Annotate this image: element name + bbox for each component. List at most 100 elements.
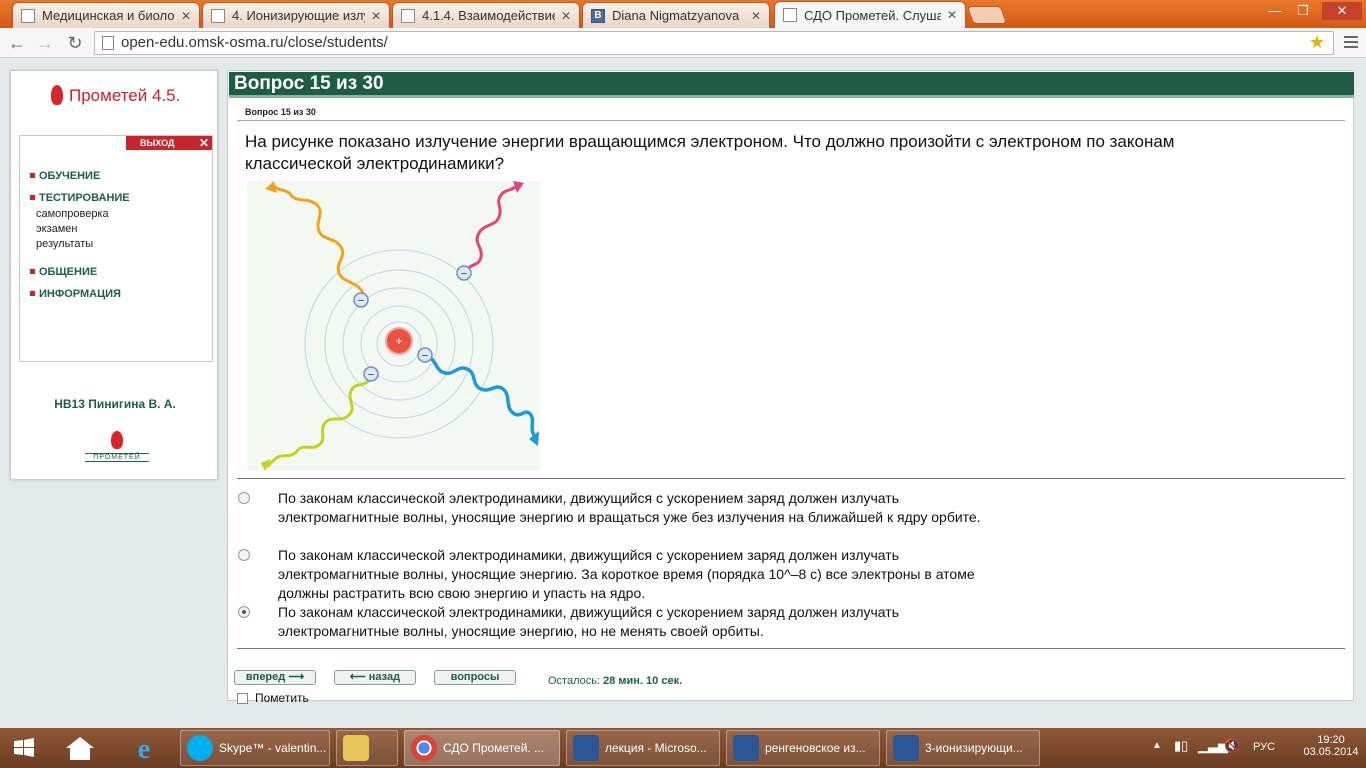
answer-text-3: По законам классической электродинамики,… — [278, 604, 899, 639]
reload-icon[interactable]: ↻ — [64, 33, 86, 53]
forward-arrow-icon[interactable]: → — [34, 33, 56, 53]
taskbar-item-word-2[interactable]: ренгеновское из... — [726, 730, 880, 766]
show-hidden-icons-icon[interactable]: ▲ — [1152, 740, 1162, 751]
taskbar-item-label: 3-ионизирующи... — [925, 741, 1023, 755]
electron-sign: − — [422, 350, 428, 362]
blue-wave — [426, 355, 537, 439]
logout-button[interactable]: ВЫХОД ✕ — [126, 136, 212, 150]
prometheus-logo[interactable]: Прометей 4.5. — [51, 85, 180, 106]
divider — [237, 478, 1345, 479]
checkbox[interactable] — [237, 693, 248, 704]
url-text: open-edu.omsk-osma.ru/close/students/ — [121, 34, 388, 51]
close-icon[interactable]: ✕ — [751, 9, 761, 23]
clock-time: 19:20 — [1317, 734, 1345, 746]
sidebar: Прометей 4.5. ВЫХОД ✕ ОБУЧЕНИЕ ТЕСТИРОВА… — [10, 70, 218, 480]
question-header: Вопрос 15 из 30 — [229, 72, 1354, 98]
arrow-right-icon: ⟶ — [288, 671, 305, 683]
new-tab-button[interactable] — [966, 6, 1008, 24]
word-icon — [733, 735, 759, 761]
question-panel: Вопрос 15 из 30 Вопрос 15 из 30 На рисун… — [227, 70, 1354, 705]
taskbar-item-label: СДО Прометей. ... — [443, 741, 545, 755]
browser-tab-1[interactable]: Медицинская и биологиче ✕ — [12, 2, 200, 28]
close-icon[interactable]: ✕ — [181, 9, 191, 23]
home-icon[interactable] — [60, 732, 100, 764]
orange-wave-arrow — [265, 181, 277, 193]
atom-radiation-svg: + − − − − — [261, 181, 539, 471]
answer-radio-1[interactable] — [238, 492, 250, 504]
divider — [237, 120, 1345, 121]
menu-item-information[interactable]: ИНФОРМАЦИЯ — [30, 288, 121, 300]
logout-label: ВЫХОД — [140, 138, 175, 148]
timer: Осталось: 28 мин. 10 сек. — [548, 675, 682, 687]
answer-radio-2[interactable] — [238, 549, 250, 561]
divider — [237, 648, 1345, 649]
back-label: назад — [368, 671, 401, 683]
mark-checkbox[interactable]: Пометить — [237, 691, 309, 705]
taskbar-item-word-3[interactable]: 3-ионизирующи... — [886, 730, 1040, 766]
address-bar[interactable]: open-edu.omsk-osma.ru/close/students/ ★ — [94, 31, 1334, 55]
menu-item-testing[interactable]: ТЕСТИРОВАНИЕ — [30, 192, 130, 204]
volume-muted-icon[interactable]: 🔇 — [1224, 738, 1240, 754]
windows-taskbar: e Skype™ - valentin... СДО Прометей. ...… — [0, 728, 1366, 768]
menu-icon[interactable] — [1344, 36, 1358, 48]
minimize-icon[interactable]: — — [1262, 2, 1288, 20]
electron-sign: − — [461, 268, 467, 280]
user-name: НВ13 Пинигина В. А. — [54, 397, 176, 411]
skype-icon — [187, 735, 213, 761]
nucleus-sign: + — [395, 334, 402, 348]
browser-toolbar: ← → ↻ open-edu.omsk-osma.ru/close/studen… — [0, 28, 1366, 58]
close-icon: ✕ — [198, 136, 209, 150]
taskbar-item-skype[interactable]: Skype™ - valentin... — [180, 730, 330, 766]
restore-icon[interactable]: ❐ — [1290, 2, 1316, 20]
tab-title: СДО Прометей. Слушате — [804, 7, 941, 23]
close-icon[interactable]: ✕ — [371, 9, 381, 23]
page-icon — [211, 8, 225, 23]
question-subheader: Вопрос 15 из 30 — [245, 107, 316, 117]
bottom-logo: ПРОМЕТЕЙ — [85, 431, 149, 462]
browser-tab-3[interactable]: 4.1.4. Взаимодействие ре ✕ — [392, 2, 580, 28]
forward-button[interactable]: вперед ⟶ — [234, 670, 316, 685]
page-icon — [783, 8, 797, 22]
back-button[interactable]: ⟵ назад — [334, 670, 416, 685]
browser-tab-4[interactable]: B Diana Nigmatzyanova ✕ — [582, 2, 770, 28]
taskbar-item-label: ренгеновское из... — [765, 741, 866, 755]
pink-wave — [463, 184, 519, 274]
timer-label: Осталось: — [548, 675, 601, 687]
yellow-wave — [265, 376, 373, 469]
language-indicator[interactable]: РУС — [1253, 741, 1275, 753]
page-icon — [21, 8, 35, 23]
window-close-icon[interactable]: ✕ — [1322, 2, 1362, 20]
atom-radiation-figure: + − − − − — [247, 181, 540, 471]
taskbar-item-explorer[interactable] — [336, 730, 398, 766]
taskbar-item-chrome[interactable]: СДО Прометей. ... — [404, 730, 560, 766]
taskbar-item-word-1[interactable]: лекция - Microso... — [566, 730, 720, 766]
chrome-icon — [411, 735, 437, 761]
internet-explorer-icon[interactable]: e — [124, 732, 164, 765]
word-icon — [893, 735, 919, 761]
tab-title: 4. Ионизирующие излуче — [232, 8, 365, 23]
page-icon — [401, 8, 415, 23]
windows-start-icon[interactable] — [4, 732, 44, 764]
menu-item-communication[interactable]: ОБЩЕНИЕ — [30, 266, 97, 278]
network-icon[interactable]: ▮▯ — [1174, 738, 1188, 754]
back-arrow-icon[interactable]: ← — [6, 33, 28, 53]
browser-tab-2[interactable]: 4. Ионизирующие излуче ✕ — [202, 2, 390, 28]
clock-date: 03.05.2014 — [1303, 746, 1359, 758]
page-content: Прометей 4.5. ВЫХОД ✕ ОБУЧЕНИЕ ТЕСТИРОВА… — [0, 59, 1366, 728]
clock[interactable]: 19:20 03.05.2014 — [1300, 734, 1362, 758]
close-icon[interactable]: ✕ — [947, 8, 957, 22]
answer-radio-3[interactable] — [238, 606, 250, 618]
forward-label: вперед — [245, 671, 286, 683]
browser-tab-5[interactable]: СДО Прометей. Слушате ✕ — [774, 1, 966, 28]
svg-text:e: e — [138, 734, 150, 764]
orange-wave — [271, 183, 365, 294]
menu-item-learning[interactable]: ОБУЧЕНИЕ — [30, 170, 100, 182]
answer-text-2: По законам классической электродинамики,… — [278, 547, 975, 601]
submenu-self-check[interactable]: самопроверка — [36, 208, 109, 220]
questions-button[interactable]: вопросы — [434, 670, 516, 685]
bookmark-star-icon[interactable]: ★ — [1309, 31, 1325, 53]
vk-icon: B — [591, 8, 605, 23]
close-icon[interactable]: ✕ — [561, 9, 571, 23]
submenu-exam[interactable]: экзамен — [36, 223, 77, 235]
submenu-results[interactable]: результаты — [36, 238, 93, 250]
